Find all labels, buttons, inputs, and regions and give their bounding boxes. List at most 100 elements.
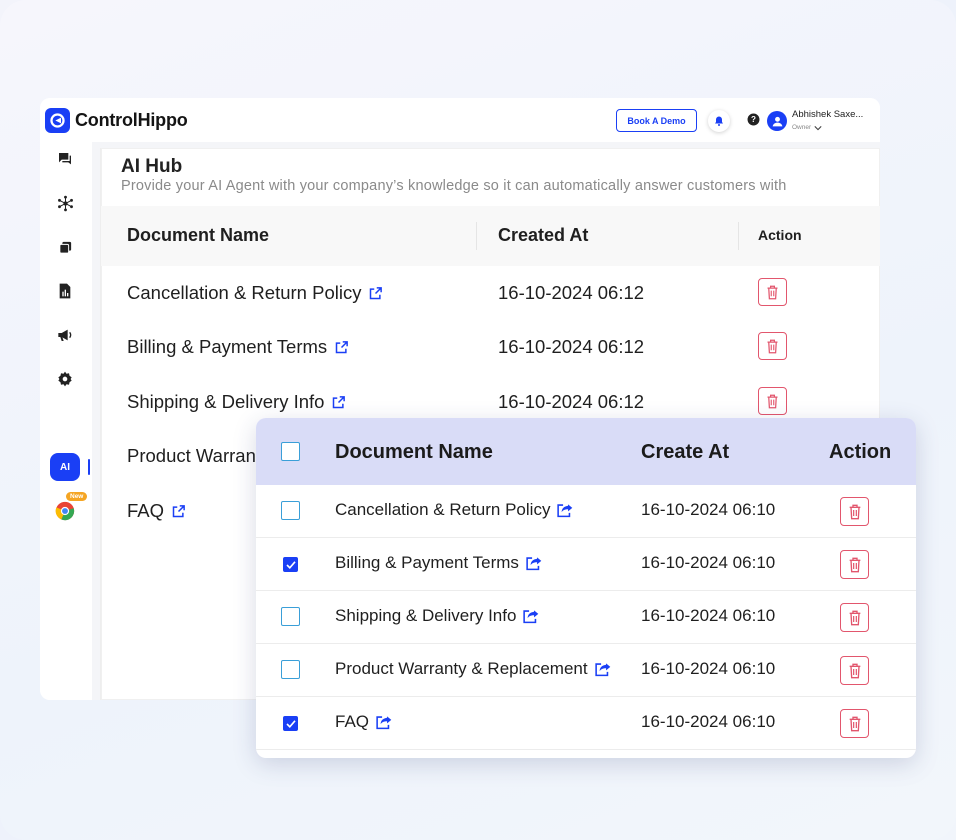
select-all-checkbox[interactable] bbox=[281, 442, 300, 461]
external-link-icon[interactable] bbox=[334, 340, 349, 355]
divider bbox=[738, 222, 739, 250]
external-link-icon[interactable] bbox=[331, 395, 346, 410]
created-at: 16-10-2024 06:10 bbox=[641, 553, 776, 572]
table-row: Cancellation & Return Policy 16-10-2024 … bbox=[256, 485, 916, 538]
trash-icon bbox=[849, 610, 860, 625]
delete-button[interactable] bbox=[758, 387, 787, 415]
book-demo-button[interactable]: Book A Demo bbox=[616, 109, 697, 132]
share-icon[interactable] bbox=[375, 714, 392, 730]
document-name-label: Billing & Payment Terms bbox=[335, 553, 519, 572]
bell-icon[interactable] bbox=[708, 110, 730, 132]
trash-icon bbox=[767, 285, 778, 299]
document-name[interactable]: Cancellation & Return Policy bbox=[127, 282, 383, 304]
active-indicator bbox=[88, 459, 90, 475]
column-header-name: Document Name bbox=[127, 225, 270, 245]
trash-icon bbox=[767, 339, 778, 353]
table-row: Product Warranty & Replacement 16-10-202… bbox=[256, 644, 916, 697]
document-name[interactable]: FAQ bbox=[335, 712, 392, 732]
network-icon[interactable] bbox=[56, 194, 74, 212]
document-name[interactable]: Billing & Payment Terms bbox=[127, 336, 349, 358]
column-header-created: Create At bbox=[641, 441, 730, 463]
help-icon[interactable]: ? bbox=[747, 113, 760, 131]
created-at: 16-10-2024 06:12 bbox=[498, 391, 645, 412]
column-header-created: Created At bbox=[498, 225, 589, 245]
delete-button[interactable] bbox=[840, 550, 869, 579]
created-at: 16-10-2024 06:12 bbox=[498, 336, 645, 357]
document-name-label: FAQ bbox=[127, 500, 165, 521]
share-icon[interactable] bbox=[525, 555, 542, 571]
logo-text: ControlHippo bbox=[75, 110, 188, 130]
document-name[interactable]: Product Warran bbox=[127, 445, 256, 467]
document-name[interactable]: Billing & Payment Terms bbox=[335, 553, 542, 573]
column-header-action: Action bbox=[829, 441, 892, 463]
logo[interactable]: ControlHippo bbox=[45, 108, 188, 133]
column-header-name: Document Name bbox=[335, 441, 493, 463]
document-name[interactable]: FAQ bbox=[127, 500, 186, 522]
check-icon bbox=[285, 560, 296, 569]
document-name[interactable]: Shipping & Delivery Info bbox=[335, 606, 539, 626]
created-at: 16-10-2024 06:10 bbox=[641, 606, 776, 625]
trash-icon bbox=[849, 663, 860, 678]
row-checkbox[interactable] bbox=[281, 501, 300, 520]
page-subtitle: Provide your AI Agent with your company’… bbox=[121, 178, 787, 194]
user-role[interactable]: Owner bbox=[792, 124, 822, 131]
document-name-label: Billing & Payment Terms bbox=[127, 336, 328, 357]
table-row: Billing & Payment Terms 16-10-2024 06:12 bbox=[101, 320, 880, 374]
document-name[interactable]: Shipping & Delivery Info bbox=[127, 391, 346, 413]
sidebar: AI New bbox=[40, 142, 92, 700]
top-bar: ControlHippo Book A Demo ? Abhishek Saxe… bbox=[40, 98, 880, 142]
check-icon bbox=[285, 719, 296, 728]
trash-icon bbox=[849, 504, 860, 519]
card-table-header: Document Name Create At Action bbox=[256, 418, 916, 485]
svg-text:?: ? bbox=[751, 115, 756, 124]
copy-icon[interactable] bbox=[56, 238, 74, 256]
report-icon[interactable] bbox=[56, 282, 74, 300]
user-name[interactable]: Abhishek Saxe... bbox=[792, 109, 863, 120]
document-name-label: Product Warranty & Replacement bbox=[335, 659, 588, 678]
delete-button[interactable] bbox=[758, 332, 787, 360]
created-at: 16-10-2024 06:10 bbox=[641, 500, 776, 519]
document-name-label: Product Warran bbox=[127, 445, 256, 466]
document-name[interactable]: Cancellation & Return Policy bbox=[335, 500, 573, 520]
table-row: FAQ 16-10-2024 06:10 bbox=[256, 697, 916, 750]
column-header-action: Action bbox=[758, 227, 802, 243]
share-icon[interactable] bbox=[594, 661, 611, 677]
document-name-label: Cancellation & Return Policy bbox=[127, 282, 362, 303]
delete-button[interactable] bbox=[840, 603, 869, 632]
chat-icon[interactable] bbox=[56, 150, 74, 168]
table-row: Shipping & Delivery Info 16-10-2024 06:1… bbox=[256, 591, 916, 644]
delete-button[interactable] bbox=[840, 709, 869, 738]
sidebar-item-ai[interactable]: AI bbox=[50, 453, 80, 481]
row-checkbox[interactable] bbox=[281, 607, 300, 626]
table-row: Billing & Payment Terms 16-10-2024 06:10 bbox=[256, 538, 916, 591]
table-header: Document Name Created At Action bbox=[101, 206, 880, 266]
external-link-icon[interactable] bbox=[368, 286, 383, 301]
page-title: AI Hub bbox=[121, 156, 183, 177]
user-avatar-icon[interactable] bbox=[767, 111, 787, 131]
external-link-icon[interactable] bbox=[171, 504, 186, 519]
trash-icon bbox=[849, 557, 860, 572]
document-name-label: Shipping & Delivery Info bbox=[335, 606, 517, 625]
document-name-label: Cancellation & Return Policy bbox=[335, 500, 551, 519]
controlhippo-logo-icon bbox=[45, 108, 70, 133]
delete-button[interactable] bbox=[840, 497, 869, 526]
document-name-label: Shipping & Delivery Info bbox=[127, 391, 325, 412]
created-at: 16-10-2024 06:12 bbox=[498, 282, 645, 303]
megaphone-icon[interactable] bbox=[56, 326, 74, 344]
row-checkbox-checked[interactable] bbox=[283, 557, 298, 572]
document-table-card: Document Name Create At Action Cancellat… bbox=[256, 418, 916, 758]
share-icon[interactable] bbox=[522, 608, 539, 624]
row-checkbox-checked[interactable] bbox=[283, 716, 298, 731]
table-row: Cancellation & Return Policy 16-10-2024 … bbox=[101, 266, 880, 320]
user-role-label: Owner bbox=[792, 124, 812, 131]
delete-button[interactable] bbox=[758, 278, 787, 306]
delete-button[interactable] bbox=[840, 656, 869, 685]
created-at: 16-10-2024 06:10 bbox=[641, 712, 776, 731]
chrome-icon[interactable] bbox=[54, 500, 76, 522]
document-name[interactable]: Product Warranty & Replacement bbox=[335, 659, 611, 679]
document-name-label: FAQ bbox=[335, 712, 370, 731]
gear-icon[interactable] bbox=[56, 370, 74, 388]
share-icon[interactable] bbox=[556, 502, 573, 518]
row-checkbox[interactable] bbox=[281, 660, 300, 679]
ai-icon: AI bbox=[60, 461, 70, 473]
